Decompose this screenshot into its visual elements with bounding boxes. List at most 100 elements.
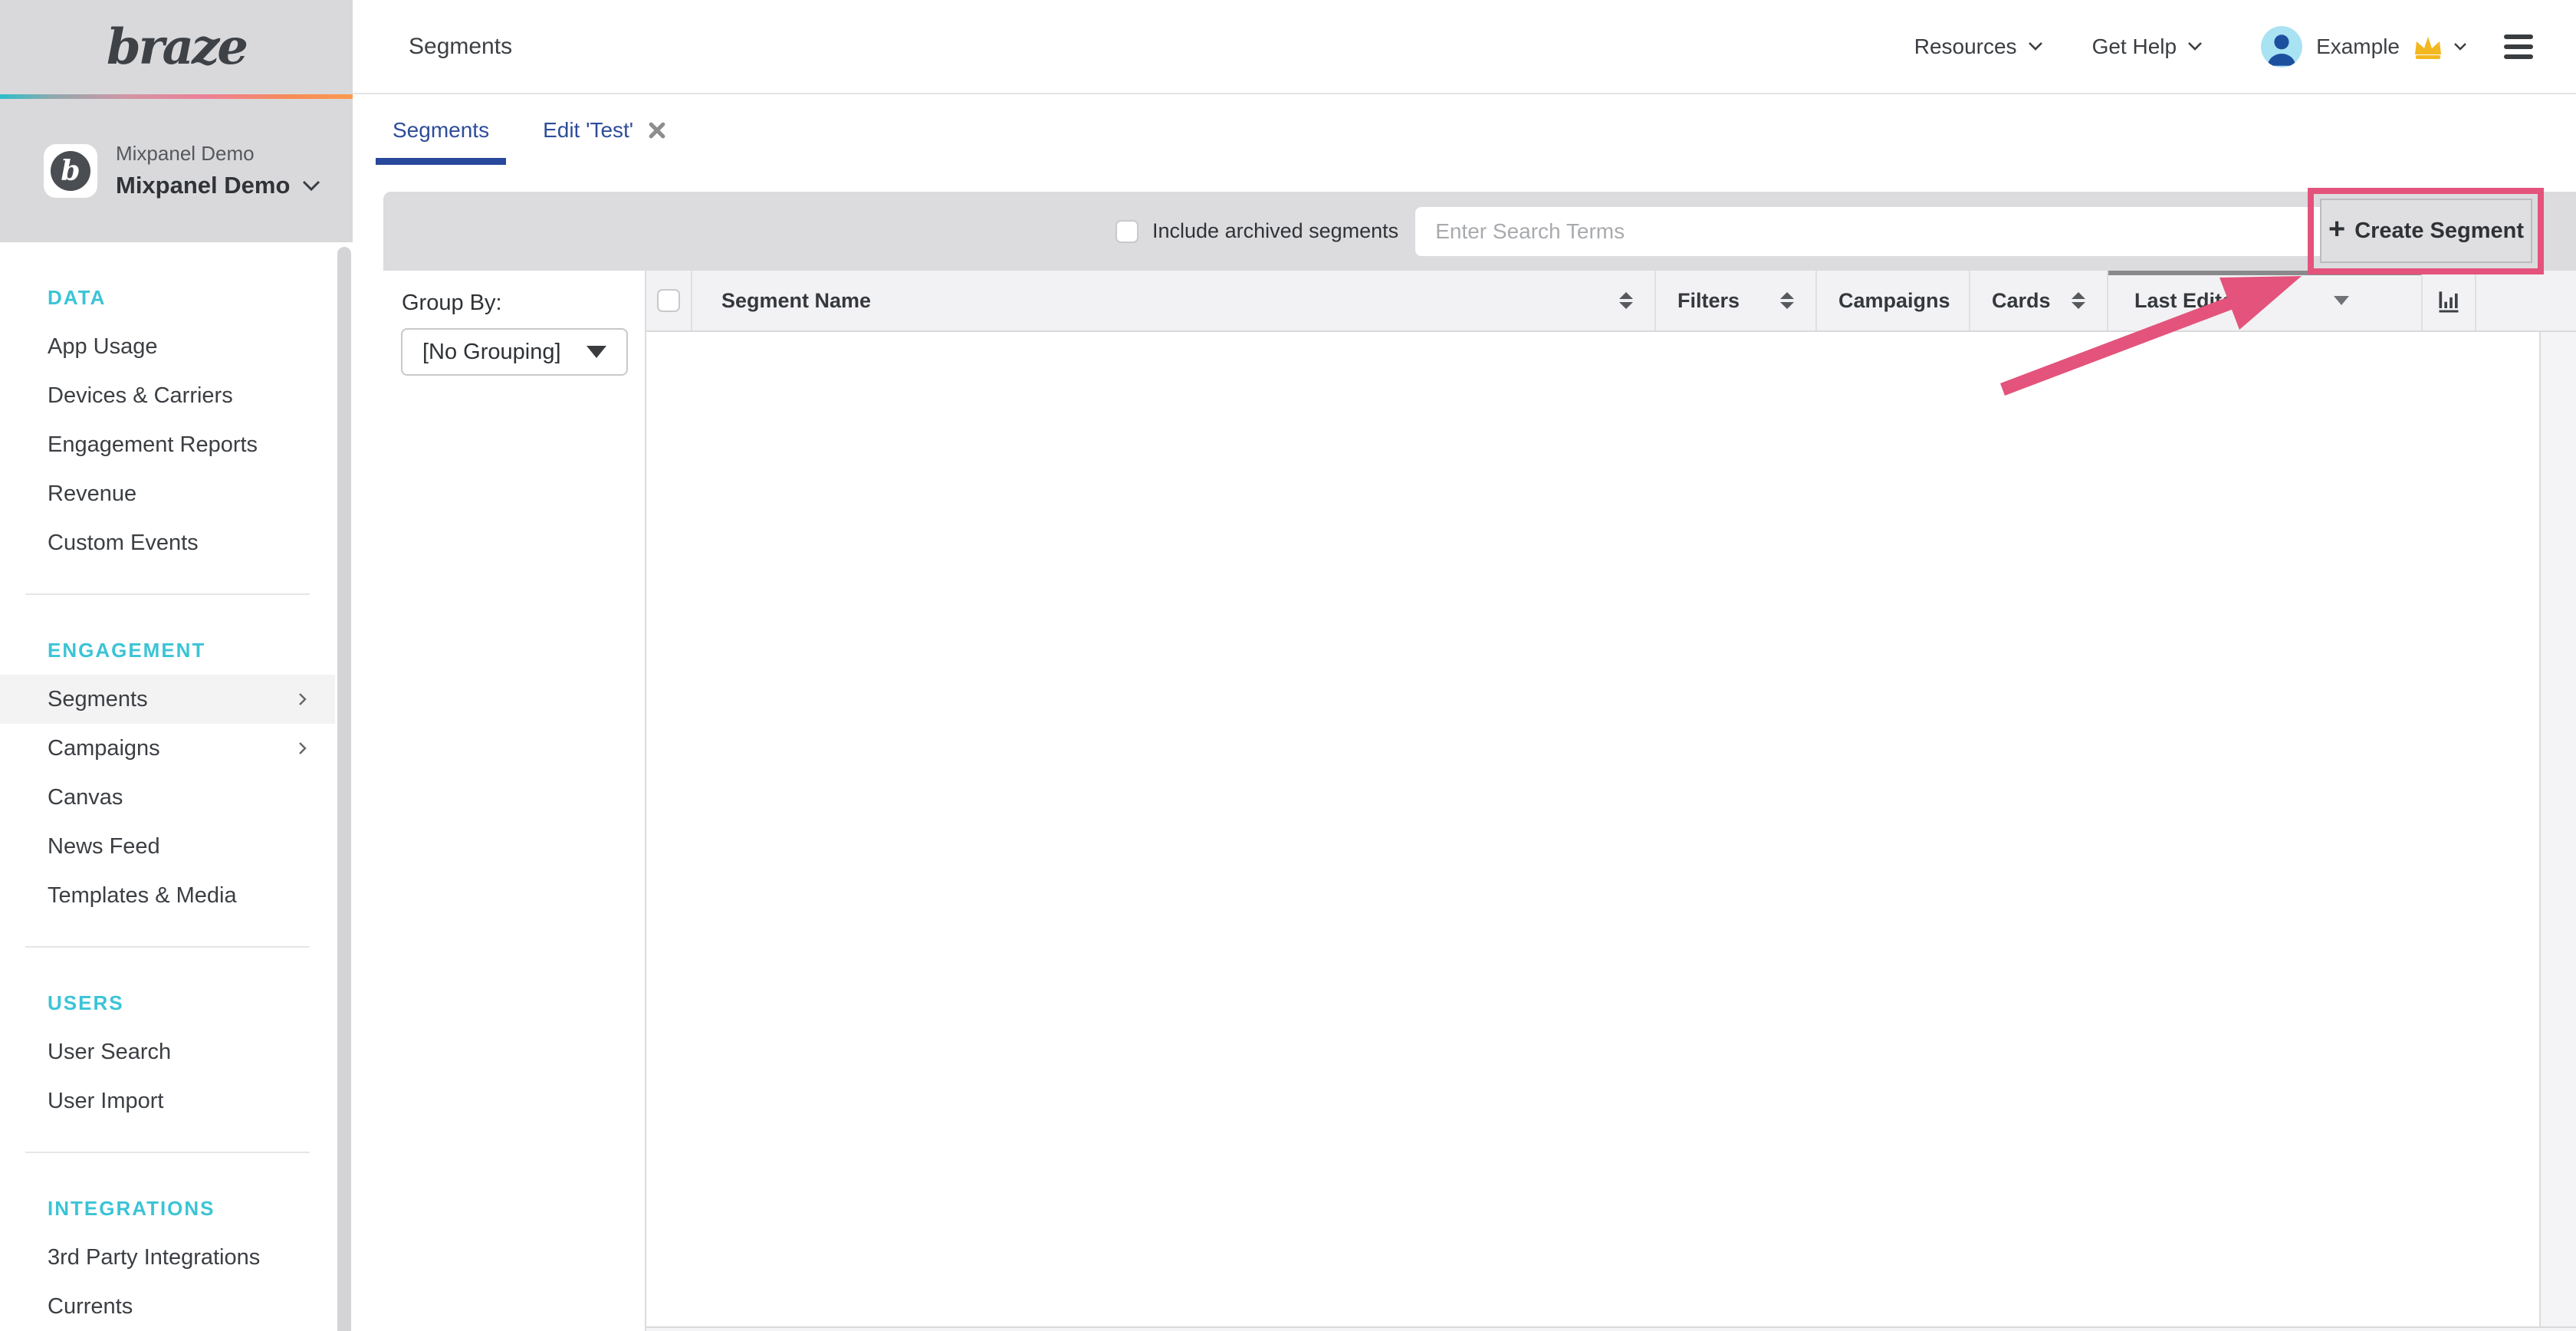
sidebar-item-label: Custom Events (48, 531, 199, 556)
column-label: Last Edited (2134, 289, 2246, 313)
chevron-right-icon (297, 692, 307, 707)
sort-icon[interactable] (2072, 292, 2085, 309)
sidebar-item-label: Currents (48, 1294, 133, 1319)
column-analytics[interactable] (2423, 271, 2476, 330)
column-campaigns[interactable]: Campaigns (1817, 271, 1970, 330)
group-by-dropdown[interactable]: [No Grouping] (401, 328, 628, 376)
sidebar-item-templates-media[interactable]: Templates & Media (0, 871, 335, 920)
tab-segments[interactable]: Segments (376, 96, 506, 165)
close-icon[interactable] (647, 120, 667, 140)
column-label: Segment Name (721, 289, 871, 313)
tab-label: Segments (393, 118, 489, 143)
workspace-name: Mixpanel Demo (116, 172, 290, 199)
person-icon (2261, 26, 2302, 67)
group-by-label: Group By: (402, 291, 645, 316)
logo-block: braze (0, 0, 353, 94)
select-all-cell (646, 271, 692, 330)
sidebar-item-label: 3rd Party Integrations (48, 1245, 260, 1270)
include-archived-checkbox[interactable] (1116, 220, 1138, 243)
sidebar-scrollbar-track (335, 242, 353, 1331)
sidebar-item-3rd-party-integrations[interactable]: 3rd Party Integrations (0, 1233, 335, 1282)
sidebar-item-label: Canvas (48, 785, 123, 810)
braze-logo: braze (107, 18, 246, 76)
sidebar-item-news-feed[interactable]: News Feed (0, 822, 335, 871)
page-title: Segments (409, 34, 512, 60)
column-segment-name[interactable]: Segment Name (692, 271, 1656, 330)
column-label: Cards (1992, 289, 2051, 313)
include-archived-control[interactable]: Include archived segments (1116, 219, 1398, 243)
resources-menu[interactable]: Resources (1914, 35, 2043, 59)
get-help-menu-label: Get Help (2092, 35, 2177, 59)
sidebar-section-engagement: ENGAGEMENT (0, 626, 335, 675)
workspace-icon: b (44, 144, 97, 198)
chevron-right-icon (297, 741, 307, 756)
crown-icon (2412, 34, 2444, 60)
group-by-panel: Group By: [No Grouping] (353, 271, 646, 1331)
column-dropdown-caret-icon[interactable] (2334, 296, 2349, 305)
sidebar-item-label: Campaigns (48, 736, 160, 761)
sidebar-item-label: Engagement Reports (48, 432, 258, 458)
workspace-texts: Mixpanel Demo Mixpanel Demo (116, 142, 320, 199)
column-label: Filters (1677, 289, 1740, 313)
tab-edit-test[interactable]: Edit 'Test' (526, 96, 684, 165)
chevron-down-icon (302, 180, 320, 192)
sidebar-item-canvas[interactable]: Canvas (0, 773, 335, 822)
column-spacer (2476, 271, 2576, 330)
search-box (1415, 207, 2477, 256)
search-input[interactable] (1435, 219, 2317, 244)
column-label: Campaigns (1838, 289, 1950, 313)
sidebar: braze b Mixpanel Demo Mixpanel Demo DATA… (0, 0, 353, 1331)
tab-bar: Segments Edit 'Test' (353, 96, 2576, 165)
sidebar-scrollbar-thumb[interactable] (337, 247, 351, 1331)
sidebar-item-label: Revenue (48, 481, 136, 507)
sidebar-item-custom-events[interactable]: Custom Events (0, 518, 335, 567)
sidebar-item-campaigns[interactable]: Campaigns (0, 724, 335, 773)
select-all-checkbox[interactable] (657, 289, 680, 312)
column-cards[interactable]: Cards (1970, 271, 2108, 330)
sidebar-item-label: News Feed (48, 834, 160, 859)
sidebar-divider (25, 593, 310, 595)
user-avatar[interactable] (2261, 26, 2302, 67)
sidebar-item-segments[interactable]: Segments (0, 675, 335, 724)
sidebar-section-users: USERS (0, 978, 335, 1027)
sidebar-item-label: App Usage (48, 334, 158, 360)
sidebar-item-app-usage[interactable]: App Usage (0, 322, 335, 371)
sidebar-section-integrations: INTEGRATIONS (0, 1184, 335, 1233)
chevron-down-icon (2028, 41, 2043, 51)
sidebar-item-engagement-reports[interactable]: Engagement Reports (0, 420, 335, 469)
sidebar-item-user-import[interactable]: User Import (0, 1076, 335, 1126)
column-filters[interactable]: Filters (1656, 271, 1817, 330)
sidebar-divider (25, 946, 310, 948)
sidebar-item-user-search[interactable]: User Search (0, 1027, 335, 1076)
workspace-icon-letter: b (61, 155, 80, 187)
segments-table-header: Segment Name Filters Campaigns Cards Las… (646, 271, 2576, 332)
header-right: Resources Get Help Example (1914, 26, 2533, 67)
sidebar-item-label: Templates & Media (48, 883, 237, 909)
dropdown-caret-icon (586, 346, 606, 358)
include-archived-label: Include archived segments (1152, 219, 1398, 243)
sidebar-item-label: Segments (48, 687, 148, 712)
sort-icon[interactable] (1619, 292, 1633, 309)
user-menu-chevron-icon[interactable] (2453, 42, 2467, 51)
table-right-gutter (2539, 332, 2576, 1326)
braze-dashboard-page: braze b Mixpanel Demo Mixpanel Demo DATA… (0, 0, 2576, 1331)
sidebar-item-devices-carriers[interactable]: Devices & Carriers (0, 371, 335, 420)
plus-icon: + (2328, 215, 2345, 244)
workspace-switcher[interactable]: b Mixpanel Demo Mixpanel Demo (0, 99, 353, 242)
sidebar-item-currents[interactable]: Currents (0, 1282, 335, 1331)
hamburger-menu-icon[interactable] (2504, 35, 2533, 59)
get-help-menu[interactable]: Get Help (2092, 35, 2203, 59)
sidebar-item-label: Devices & Carriers (48, 383, 233, 409)
sort-icon[interactable] (1780, 292, 1794, 309)
bar-chart-icon (2433, 285, 2464, 316)
create-segment-label: Create Segment (2354, 219, 2524, 244)
sidebar-divider (25, 1152, 310, 1153)
workspace-small-label: Mixpanel Demo (116, 142, 320, 166)
table-bottom-scrollbar[interactable] (646, 1326, 2576, 1331)
sidebar-item-revenue[interactable]: Revenue (0, 469, 335, 518)
top-header: Segments Resources Get Help Example (353, 0, 2576, 94)
create-segment-button[interactable]: + Create Segment (2320, 199, 2532, 263)
resources-menu-label: Resources (1914, 35, 2017, 59)
workspace-icon-circle: b (51, 151, 90, 191)
column-last-edited[interactable]: Last Edited (2108, 271, 2423, 330)
